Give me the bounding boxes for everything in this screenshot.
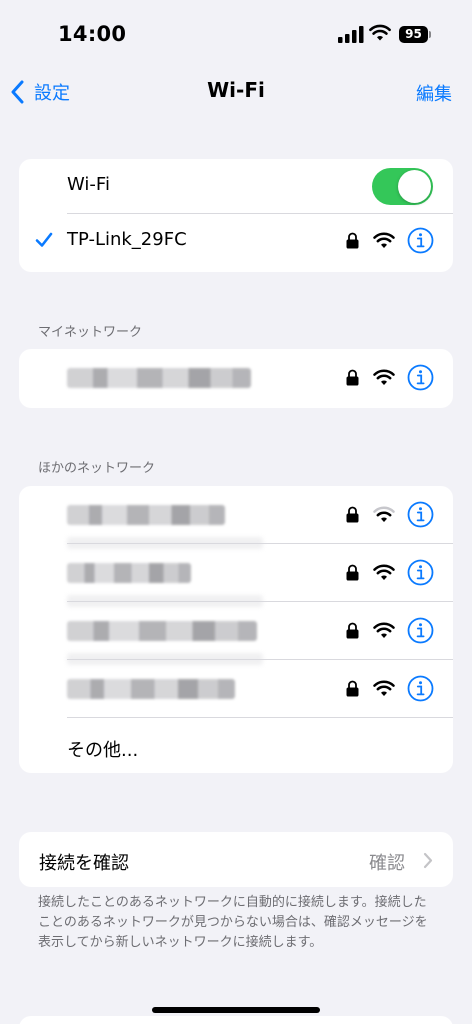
checkmark-icon: [35, 232, 53, 247]
other-network-label: その他...: [67, 740, 139, 761]
wifi-icon: [373, 232, 395, 248]
network-row[interactable]: [19, 486, 453, 549]
redacted-network-name: [67, 368, 251, 388]
redacted-network-name: [67, 679, 235, 699]
status-time: 14:00: [58, 22, 127, 46]
battery-icon: 95: [399, 26, 431, 43]
toggle-knob: [398, 170, 431, 203]
page-title: Wi-Fi: [207, 78, 265, 102]
lock-icon: [346, 680, 359, 697]
lock-icon: [346, 506, 359, 523]
redacted-network-name: [67, 621, 257, 641]
connected-network-name: TP-Link_29FC: [67, 229, 187, 250]
edit-button[interactable]: 編集: [416, 80, 452, 106]
lock-icon: [346, 564, 359, 581]
ask-to-join-label: 接続を確認: [39, 853, 129, 874]
connected-network-row[interactable]: TP-Link_29FC: [19, 214, 453, 272]
wifi-toggle-label: Wi-Fi: [67, 174, 110, 195]
ask-to-join-group: 接続を確認 確認: [19, 832, 453, 887]
lock-icon: [346, 369, 359, 386]
wifi-group: Wi-Fi TP-Link_29FC: [19, 159, 453, 272]
network-row[interactable]: [19, 349, 453, 407]
cellular-signal-icon: [338, 26, 364, 43]
navigation-bar: 設定 Wi-Fi 編集: [0, 70, 472, 114]
info-icon[interactable]: [407, 364, 434, 391]
lock-icon: [346, 622, 359, 639]
wifi-toggle[interactable]: [372, 168, 433, 205]
redacted-network-name: [67, 505, 225, 525]
other-network-row[interactable]: その他...: [19, 718, 453, 773]
info-icon[interactable]: [407, 675, 434, 702]
ask-to-join-value: 確認: [369, 853, 405, 874]
redacted-network-name: [67, 563, 191, 583]
info-icon[interactable]: [407, 501, 434, 528]
network-row[interactable]: [19, 660, 453, 718]
wifi-toggle-row: Wi-Fi: [19, 159, 453, 214]
battery-level: 95: [399, 26, 428, 43]
info-icon[interactable]: [407, 617, 434, 644]
network-row[interactable]: [19, 544, 453, 607]
info-icon[interactable]: [407, 227, 434, 254]
my-networks-group: [19, 349, 453, 408]
my-networks-header: マイネットワーク: [38, 325, 143, 340]
next-group: [19, 1016, 453, 1024]
status-wifi-icon: [369, 24, 391, 41]
ask-to-join-description: 接続したことのあるネットワークに自動的に接続します。接続したことのあるネットワー…: [38, 895, 428, 950]
network-row[interactable]: [19, 602, 453, 665]
chevron-right-icon: [423, 852, 433, 869]
ask-to-join-row[interactable]: 接続を確認 確認: [19, 832, 453, 887]
lock-icon: [346, 232, 359, 249]
wifi-weak-icon: [373, 506, 395, 522]
wifi-icon: [373, 564, 395, 580]
wifi-icon: [373, 622, 395, 638]
wifi-icon: [373, 680, 395, 696]
wifi-icon: [373, 369, 395, 385]
battery-cap: [429, 31, 431, 38]
info-icon[interactable]: [407, 559, 434, 586]
other-networks-group: その他...: [19, 486, 453, 773]
status-bar: 14:00 95: [0, 0, 472, 70]
home-indicator: [152, 1007, 320, 1013]
other-networks-header: ほかのネットワーク: [38, 461, 156, 476]
